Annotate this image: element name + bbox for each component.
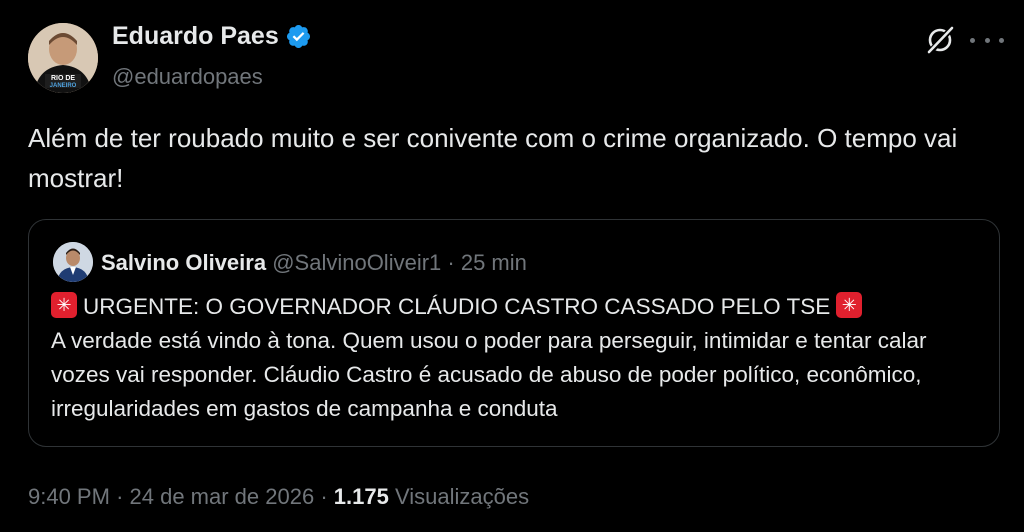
views-count: 1.175 (333, 484, 389, 509)
siren-emoji-icon (51, 292, 77, 318)
quoted-header: Salvino Oliveira @SalvinoOliveir1 · 25 m… (101, 250, 527, 276)
quoted-avatar-image (53, 242, 93, 282)
footer-separator: · (116, 484, 124, 509)
more-dot (999, 37, 1004, 43)
author-name[interactable]: Eduardo Paes (112, 22, 312, 51)
tweet-footer: 9:40 PM · 24 de mar de 2026 · 1.175 Visu… (28, 484, 529, 510)
quoted-body: URGENTE: O GOVERNADOR CLÁUDIO CASTRO CAS… (51, 290, 981, 426)
quoted-author-avatar[interactable] (53, 242, 93, 282)
grok-icon[interactable] (924, 24, 956, 56)
quoted-headline: URGENTE: O GOVERNADOR CLÁUDIO CASTRO CAS… (83, 294, 831, 319)
author-avatar[interactable]: RIO DE JANEIRO (28, 23, 98, 93)
tweet-text: Além de ter roubado muito e ser conivent… (28, 123, 958, 193)
tweet-time[interactable]: 9:40 PM (28, 484, 110, 509)
author-handle[interactable]: @eduardopaes (112, 64, 263, 90)
avatar-shirt-text: JANEIRO (50, 83, 77, 89)
siren-emoji-icon (836, 292, 863, 318)
quoted-tweet[interactable]: Salvino Oliveira @SalvinoOliveir1 · 25 m… (28, 219, 1000, 447)
author-name-label: Eduardo Paes (112, 22, 279, 50)
quoted-body-text: A verdade está vindo à tona. Quem usou o… (51, 328, 927, 421)
quoted-headline-line: URGENTE: O GOVERNADOR CLÁUDIO CASTRO CAS… (51, 290, 981, 324)
more-dot (984, 37, 990, 43)
avatar-image: RIO DE JANEIRO (28, 23, 98, 93)
tweet-date[interactable]: 24 de mar de 2026 (130, 484, 315, 509)
more-icon[interactable] (970, 28, 1004, 52)
quoted-time[interactable]: 25 min (461, 250, 527, 275)
quoted-author-handle[interactable]: @SalvinoOliveir1 (272, 250, 441, 275)
quoted-separator: · (447, 250, 455, 275)
verified-badge-icon[interactable] (285, 23, 312, 50)
views-label: Visualizações (394, 484, 530, 509)
more-dot (970, 37, 975, 43)
footer-separator: · (320, 484, 328, 509)
avatar-shirt-text: RIO DE (51, 75, 75, 82)
quoted-author-name[interactable]: Salvino Oliveira (101, 250, 266, 275)
